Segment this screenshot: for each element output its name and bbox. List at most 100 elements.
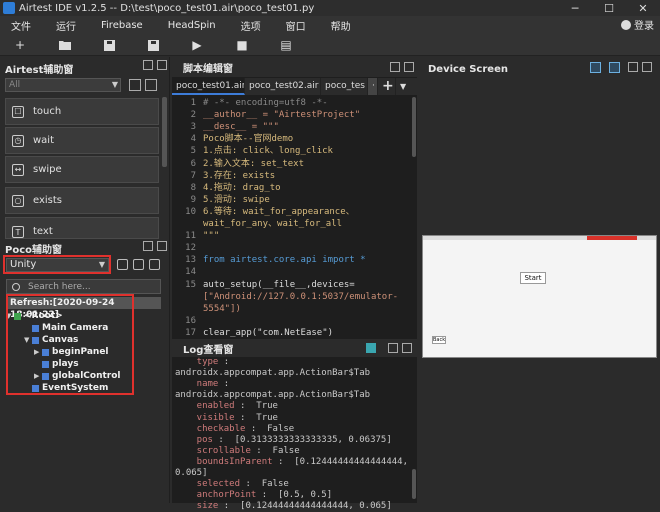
exists-button[interactable]: ○ exists: [5, 187, 159, 214]
code-text: 4.拖动: drag_to: [203, 182, 281, 193]
app-back-button[interactable]: Back: [432, 336, 446, 344]
report-button[interactable]: ▤: [279, 38, 293, 52]
log-value: : False: [245, 423, 295, 434]
script-editor-pane: 脚本编辑窗 poco_test01.air poco_test02.air po…: [172, 57, 417, 350]
swipe-icon: ↔: [12, 163, 24, 176]
maximize-button[interactable]: ☐: [592, 0, 626, 16]
stop-button[interactable]: ■: [235, 38, 249, 52]
highlight-box-tree: [6, 294, 134, 395]
airtest-logo-icon: [3, 2, 15, 14]
tab-poco-test02[interactable]: poco_test02.air: [245, 78, 321, 95]
poco-search-input[interactable]: Search here...: [6, 279, 161, 294]
line-number: 10: [185, 206, 196, 217]
helper-scrollbar[interactable]: [162, 97, 167, 167]
line-number: 5: [190, 146, 196, 157]
app-start-button[interactable]: Start: [520, 272, 546, 284]
save-all-icon: [147, 39, 159, 51]
tab-scroll-button[interactable]: ·: [368, 78, 378, 95]
float-pane-icon[interactable]: [628, 62, 638, 72]
code-text: auto_setup(__file__,devices=: [203, 279, 355, 290]
code-text: wait_for_any、wait_for_all: [203, 219, 343, 229]
settings-icon[interactable]: [145, 79, 157, 91]
line-number: 13: [185, 255, 196, 266]
log-line: androidx.appcompat.app.ActionBar$Tab: [175, 390, 370, 401]
tab-poco-test03[interactable]: poco_tes: [321, 78, 368, 95]
float-pane-icon[interactable]: [388, 343, 398, 353]
log-key: name: [175, 379, 219, 390]
device-status-bar: [423, 236, 656, 240]
log-scrollbar[interactable]: [412, 469, 416, 499]
menu-options[interactable]: 选项: [241, 18, 261, 33]
title-bar: Airtest IDE v1.2.5 -- D:\test\poco_test0…: [0, 0, 660, 16]
helper-filter-dropdown[interactable]: All ▼: [5, 78, 121, 92]
log-line: pos : [0.3133333333333335, 0.06375]: [175, 435, 392, 446]
poco-helper-pane: Poco辅助窗 Unity ▼ Search here... Refresh:[…: [0, 239, 170, 503]
editor-scrollbar[interactable]: [412, 97, 416, 157]
lock-icon[interactable]: [117, 259, 128, 270]
save-button[interactable]: [102, 38, 116, 52]
open-folder-button[interactable]: [58, 38, 72, 52]
code-text: # -*- encoding=utf8 -*-: [203, 98, 328, 108]
text-button[interactable]: T text: [5, 217, 159, 239]
close-button[interactable]: ✕: [626, 0, 660, 16]
float-pane-icon[interactable]: [143, 60, 153, 70]
search-placeholder: Search here...: [28, 281, 91, 292]
save-all-button[interactable]: [146, 38, 160, 52]
login-button[interactable]: 登录: [621, 17, 654, 32]
refresh-icon[interactable]: [133, 259, 144, 270]
run-button[interactable]: ▶: [190, 38, 204, 52]
swipe-button[interactable]: ↔ swipe: [5, 156, 159, 183]
wait-label: wait: [33, 135, 55, 146]
close-pane-icon[interactable]: [402, 343, 412, 353]
code-text: __author__ = "AirtestProject": [203, 110, 361, 121]
text-label: text: [33, 226, 53, 237]
touch-icon: ☐: [12, 105, 24, 118]
close-pane-icon[interactable]: [642, 62, 652, 72]
float-pane-icon[interactable]: [390, 62, 400, 72]
device-screen-title: Device Screen: [428, 63, 508, 75]
poco-pane-controls: [143, 241, 167, 251]
tab-poco-test01[interactable]: poco_test01.air: [172, 78, 245, 95]
line-number: 16: [185, 315, 196, 326]
line-number: 14: [185, 267, 196, 278]
connect-device-icon[interactable]: [590, 62, 601, 73]
menu-bar: 文件 运行 Firebase HeadSpin 选项 窗口 帮助 登录: [0, 16, 660, 34]
wait-button[interactable]: ◷ wait: [5, 127, 159, 154]
line-number: 9: [190, 194, 196, 205]
close-pane-icon[interactable]: [404, 62, 414, 72]
menu-help[interactable]: 帮助: [331, 18, 351, 33]
record-icon[interactable]: [129, 79, 141, 91]
tools-icon[interactable]: [609, 62, 620, 73]
log-value: : [0.5, 0.5]: [256, 490, 333, 501]
minimize-button[interactable]: ─: [558, 0, 592, 16]
log-key: anchorPoint: [175, 490, 257, 501]
touch-button[interactable]: ☐ touch: [5, 98, 159, 125]
close-pane-icon[interactable]: [157, 241, 167, 251]
menu-run[interactable]: 运行: [56, 18, 76, 33]
log-value: : [0.3133333333333335, 0.06375]: [212, 434, 392, 445]
menu-window[interactable]: 窗口: [286, 18, 306, 33]
log-line: checkable : False: [175, 423, 295, 435]
log-value: :: [218, 357, 230, 367]
new-file-button[interactable]: +: [13, 38, 27, 52]
menu-file[interactable]: 文件: [11, 18, 31, 33]
highlight-box-mode: [3, 255, 111, 274]
close-pane-icon[interactable]: [157, 60, 167, 70]
code-text: """: [203, 231, 220, 242]
menu-firebase[interactable]: Firebase: [101, 20, 143, 31]
chevron-down-icon: ▼: [111, 80, 118, 89]
device-screen-view[interactable]: Start Back: [422, 235, 657, 358]
log-line: name :: [175, 379, 230, 390]
log-line: androidx.appcompat.app.ActionBar$Tab: [175, 368, 370, 379]
helper-filter-value: All: [9, 80, 21, 90]
log-value: : True: [234, 412, 278, 423]
add-tab-button[interactable]: +: [378, 78, 396, 95]
tab-list-chevron-icon[interactable]: ▼: [396, 78, 408, 95]
float-pane-icon[interactable]: [143, 241, 153, 251]
filter-icon[interactable]: [366, 343, 376, 353]
menu-headspin[interactable]: HeadSpin: [168, 20, 216, 31]
save-icon: [103, 39, 115, 51]
inspect-icon[interactable]: [149, 259, 160, 270]
device-pane-controls: [628, 62, 652, 72]
line-number: 11: [185, 231, 196, 242]
